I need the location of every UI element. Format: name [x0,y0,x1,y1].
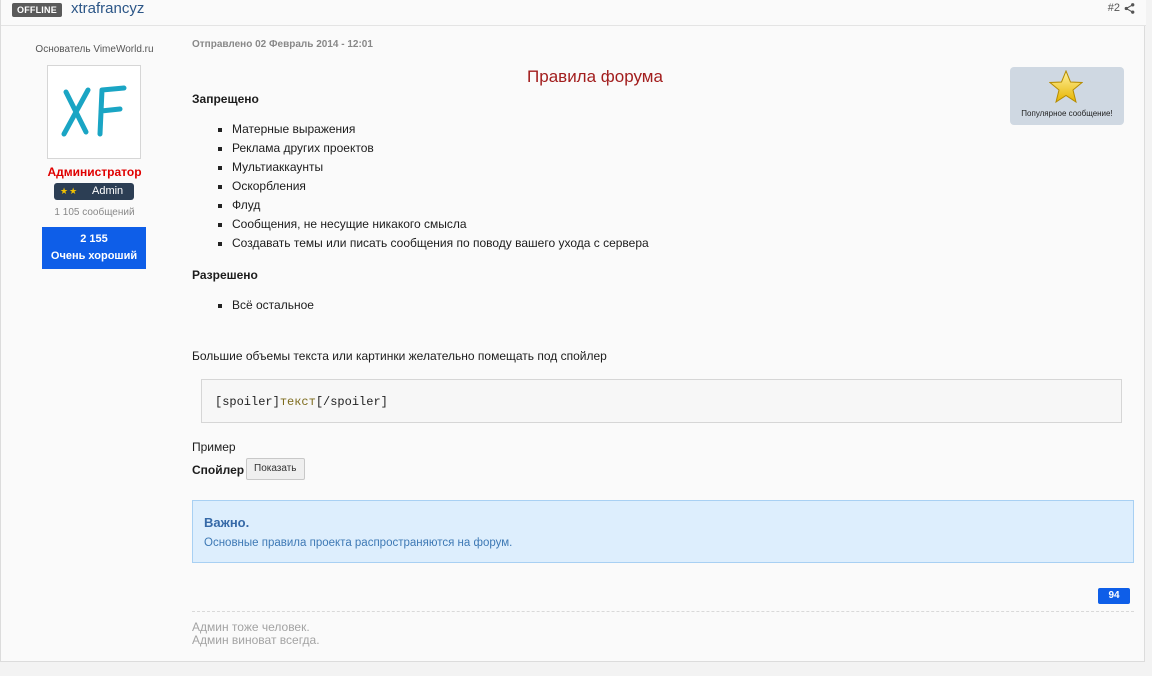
forum-post: OFFLINE xtrafrancyz #2 Основатель VimeWo… [0,0,1146,662]
popular-post-label: Популярное сообщение! [1021,109,1113,118]
list-item: Создавать темы или писать сообщения по п… [218,234,649,253]
spoiler-show-button[interactable]: Показать [246,458,305,480]
reputation-value: 2 155 [80,233,108,245]
reputation-label: Очень хороший [50,250,138,262]
list-item: Оскорбления [218,177,649,196]
post-number-link[interactable]: #2 [1108,2,1120,14]
important-text: Основные правила проекта распространяютс… [204,537,513,549]
avatar[interactable] [47,65,141,159]
rank-stars-icon: ★★ [60,186,79,196]
list-item: Всё остальное [218,296,314,315]
signature: Админ тоже человек. Админ виноват всегда… [192,621,320,647]
author-username-link[interactable]: xtrafrancyz [71,0,144,18]
important-notice: Важно. Основные правила проекта распрост… [192,500,1134,563]
important-title: Важно. [204,515,250,530]
signature-divider [192,611,1134,612]
rules-title: Правила форума [527,67,663,86]
list-item: Мультиаккаунты [218,158,649,177]
code-close-tag: [/spoiler] [315,395,388,409]
author-role: Администратор [47,165,142,179]
star-icon [1049,70,1083,104]
share-icon[interactable] [1124,3,1135,14]
code-text: текст [279,395,316,409]
list-item: Матерные выражения [218,120,649,139]
forbidden-list: Матерные выражения Реклама других проект… [218,120,649,253]
post-reputation-count[interactable]: 94 [1098,588,1130,604]
forbidden-heading: Запрещено [192,92,259,106]
signature-line: Админ виноват всегда. [192,633,320,647]
author-panel: Основатель VimeWorld.ru Администратор ★★… [1,27,181,661]
code-block: [spoiler]текст[/spoiler] [201,379,1122,423]
avatar-image [61,85,127,137]
post-date: Отправлено 02 Февраль 2014 - 12:01 [192,39,373,50]
allowed-heading: Разрешено [192,268,258,282]
post-header: OFFLINE xtrafrancyz #2 [1,0,1146,26]
allowed-list: Всё остальное [218,296,314,315]
list-item: Флуд [218,196,649,215]
rank-badge: ★★ Admin [54,183,134,200]
code-open-tag: [spoiler] [215,395,280,409]
spoiler-note: Большие объемы текста или картинки желат… [192,349,607,363]
example-label: Пример [192,440,236,454]
author-reputation[interactable]: 2 155 Очень хороший [42,227,146,269]
list-item: Реклама других проектов [218,139,649,158]
popular-post-badge: Популярное сообщение! [1010,67,1124,125]
author-posts-count: 1 105 сообщений [54,207,135,218]
rank-label: Admin [92,185,124,197]
author-group-title: Основатель VimeWorld.ru [35,44,154,55]
status-badge: OFFLINE [12,3,62,17]
spoiler-label: Спойлер [192,463,245,477]
list-item: Сообщения, не несущие никакого смысла [218,215,649,234]
